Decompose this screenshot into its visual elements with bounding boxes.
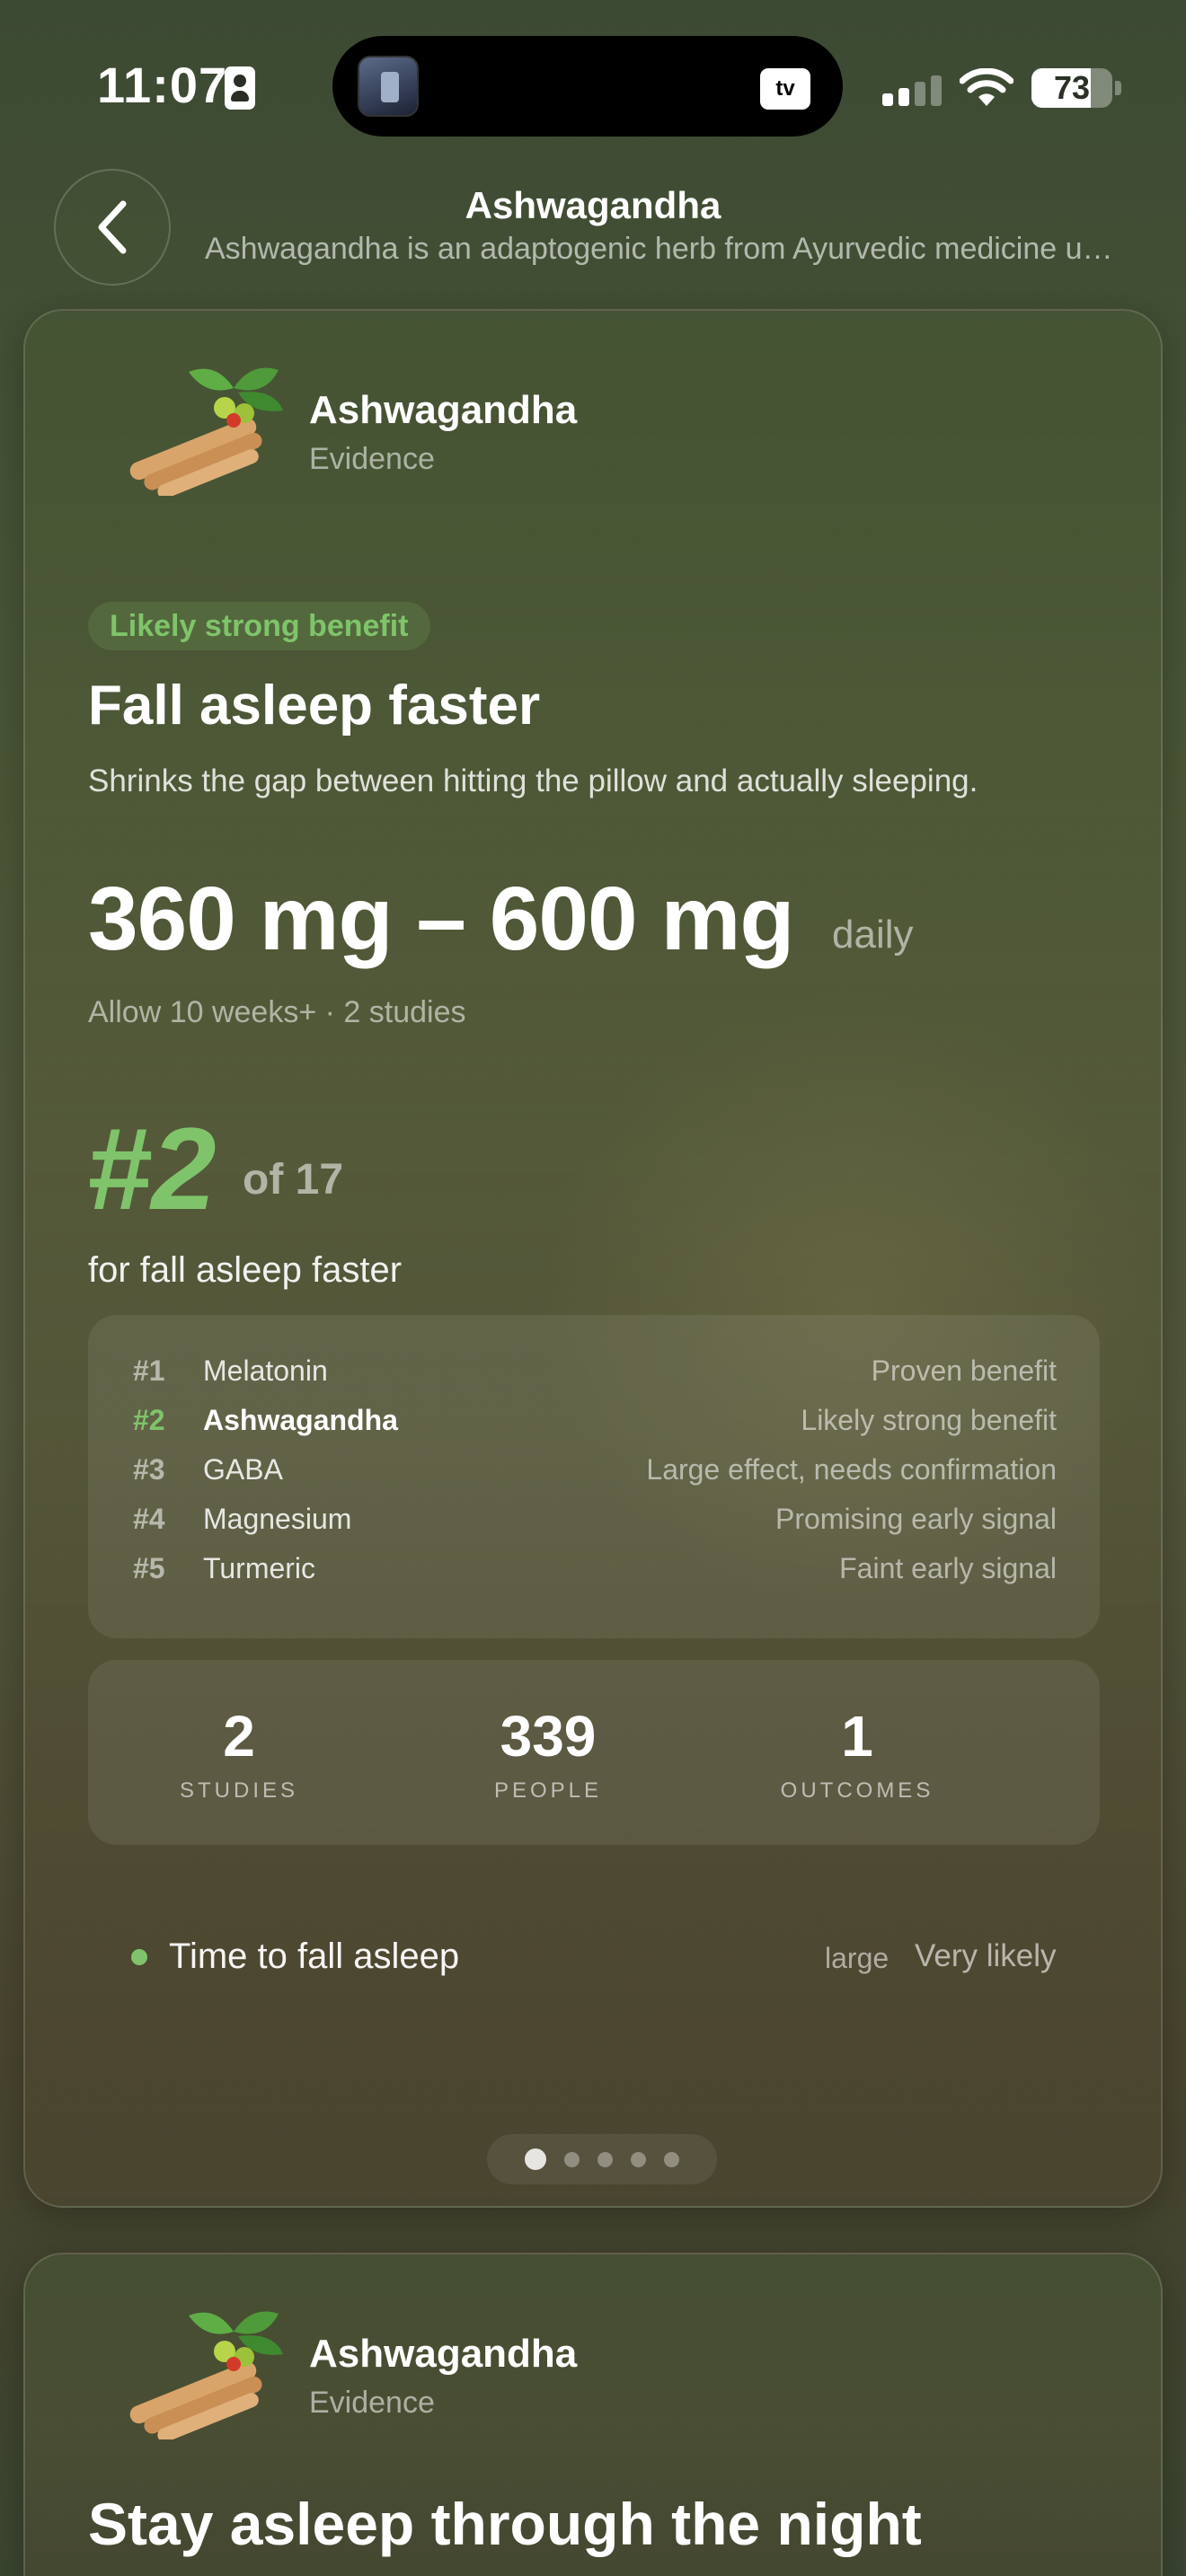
contact-card-icon: [225, 66, 255, 110]
rank-context: for fall asleep faster: [88, 1250, 403, 1290]
card-supplement-name: Ashwagandha: [309, 2332, 578, 2376]
stat-value: 1: [841, 1704, 873, 1769]
stat-studies: 2 STUDIES: [104, 1703, 374, 1804]
stat-label: STUDIES: [179, 1778, 298, 1803]
outcome-effect-size: large: [825, 1942, 890, 1974]
benefit-description: Shrinks the gap between hitting the pill…: [88, 763, 978, 798]
music-app-icon[interactable]: [358, 56, 419, 117]
ranking-position: #3: [133, 1453, 165, 1486]
status-bar: 11:07 tv 73: [0, 0, 1186, 171]
ranking-list[interactable]: #1 Melatonin Proven benefit #2 Ashwagand…: [88, 1315, 1100, 1638]
dynamic-island[interactable]: tv: [332, 36, 843, 137]
ranking-evidence-level: Promising early signal: [774, 1503, 1057, 1535]
ranking-supplement: Ashwagandha: [203, 1404, 398, 1436]
ranking-position: #1: [133, 1354, 165, 1387]
page-dot[interactable]: [664, 2151, 679, 2167]
stat-outcomes: 1 OUTCOMES: [722, 1703, 992, 1804]
stat-people: 339 PEOPLE: [413, 1703, 683, 1804]
ranking-row[interactable]: #4 Magnesium Promising early signal: [131, 1495, 1057, 1545]
ranking-supplement: GABA: [203, 1453, 283, 1486]
wifi-icon: [960, 68, 1013, 106]
ranking-supplement: Magnesium: [203, 1503, 352, 1535]
rank-total: of 17: [243, 1156, 344, 1204]
stat-label: OUTCOMES: [780, 1778, 934, 1803]
page-subtitle: Ashwagandha is an adaptogenic herb from …: [205, 232, 1121, 266]
outcome-confidence: Very likely: [915, 1938, 1057, 1973]
ashwagandha-root-icon: [129, 367, 283, 496]
ranking-row[interactable]: #3 GABA Large effect, needs confirmation: [131, 1446, 1057, 1495]
ranking-supplement: Turmeric: [203, 1552, 316, 1584]
battery-percent: 73: [1053, 69, 1091, 106]
stat-value: 2: [223, 1704, 255, 1769]
page-dot-active[interactable]: [525, 2148, 546, 2170]
ranking-position: #2: [133, 1404, 165, 1436]
apple-tv-icon[interactable]: tv: [760, 68, 810, 110]
ranking-position: #4: [133, 1503, 165, 1535]
evidence-badge: Likely strong benefit: [88, 602, 430, 650]
ranking-evidence-level: Likely strong benefit: [801, 1404, 1057, 1436]
card-section-label: Evidence: [309, 442, 435, 476]
dose-range: 360 mg – 600 mg: [88, 869, 794, 969]
card-section-label: Evidence: [309, 2386, 435, 2420]
ranking-position: #5: [133, 1552, 165, 1584]
stat-value: 339: [500, 1704, 597, 1769]
outcome-bullet-icon: [131, 1949, 147, 1965]
ranking-supplement: Melatonin: [203, 1354, 328, 1387]
ranking-row[interactable]: #5 Turmeric Faint early signal: [131, 1545, 1057, 1594]
ashwagandha-root-icon: [129, 2311, 283, 2439]
page-indicator[interactable]: [487, 2134, 717, 2184]
card-supplement-name: Ashwagandha: [309, 388, 578, 432]
page-title: Ashwagandha: [465, 184, 721, 226]
outcome-name[interactable]: Time to fall asleep: [169, 1936, 459, 1977]
benefit-title: Fall asleep faster: [88, 675, 541, 737]
ranking-evidence-level: Proven benefit: [871, 1354, 1057, 1387]
rank-number: #2: [86, 1103, 217, 1234]
battery-tip: [1115, 81, 1121, 95]
evidence-card[interactable]: Ashwagandha Evidence Likely strong benef…: [23, 309, 1163, 2208]
benefit-title: Stay asleep through the night: [88, 2491, 922, 2557]
stat-label: PEOPLE: [493, 1778, 603, 1803]
page-dot[interactable]: [564, 2151, 580, 2167]
ranking-evidence-level: Large effect, needs confirmation: [646, 1453, 1057, 1486]
study-stats: 2 STUDIES 339 PEOPLE 1 OUTCOMES: [88, 1660, 1100, 1845]
cellular-signal-icon: [882, 75, 945, 106]
ranking-row-current[interactable]: #2 Ashwagandha Likely strong benefit: [131, 1397, 1057, 1446]
status-time: 11:07: [97, 57, 228, 113]
ranking-evidence-level: Faint early signal: [839, 1552, 1057, 1584]
ranking-row[interactable]: #1 Melatonin Proven benefit: [131, 1347, 1057, 1397]
page-dot[interactable]: [597, 2151, 613, 2167]
dose-frequency: daily: [832, 913, 914, 957]
page-dot[interactable]: [631, 2151, 646, 2167]
battery-icon: 73: [1031, 68, 1112, 108]
dose-meta: Allow 10 weeks+ · 2 studies: [88, 995, 466, 1029]
evidence-card-next[interactable]: Ashwagandha Evidence Stay asleep through…: [23, 2253, 1163, 2576]
